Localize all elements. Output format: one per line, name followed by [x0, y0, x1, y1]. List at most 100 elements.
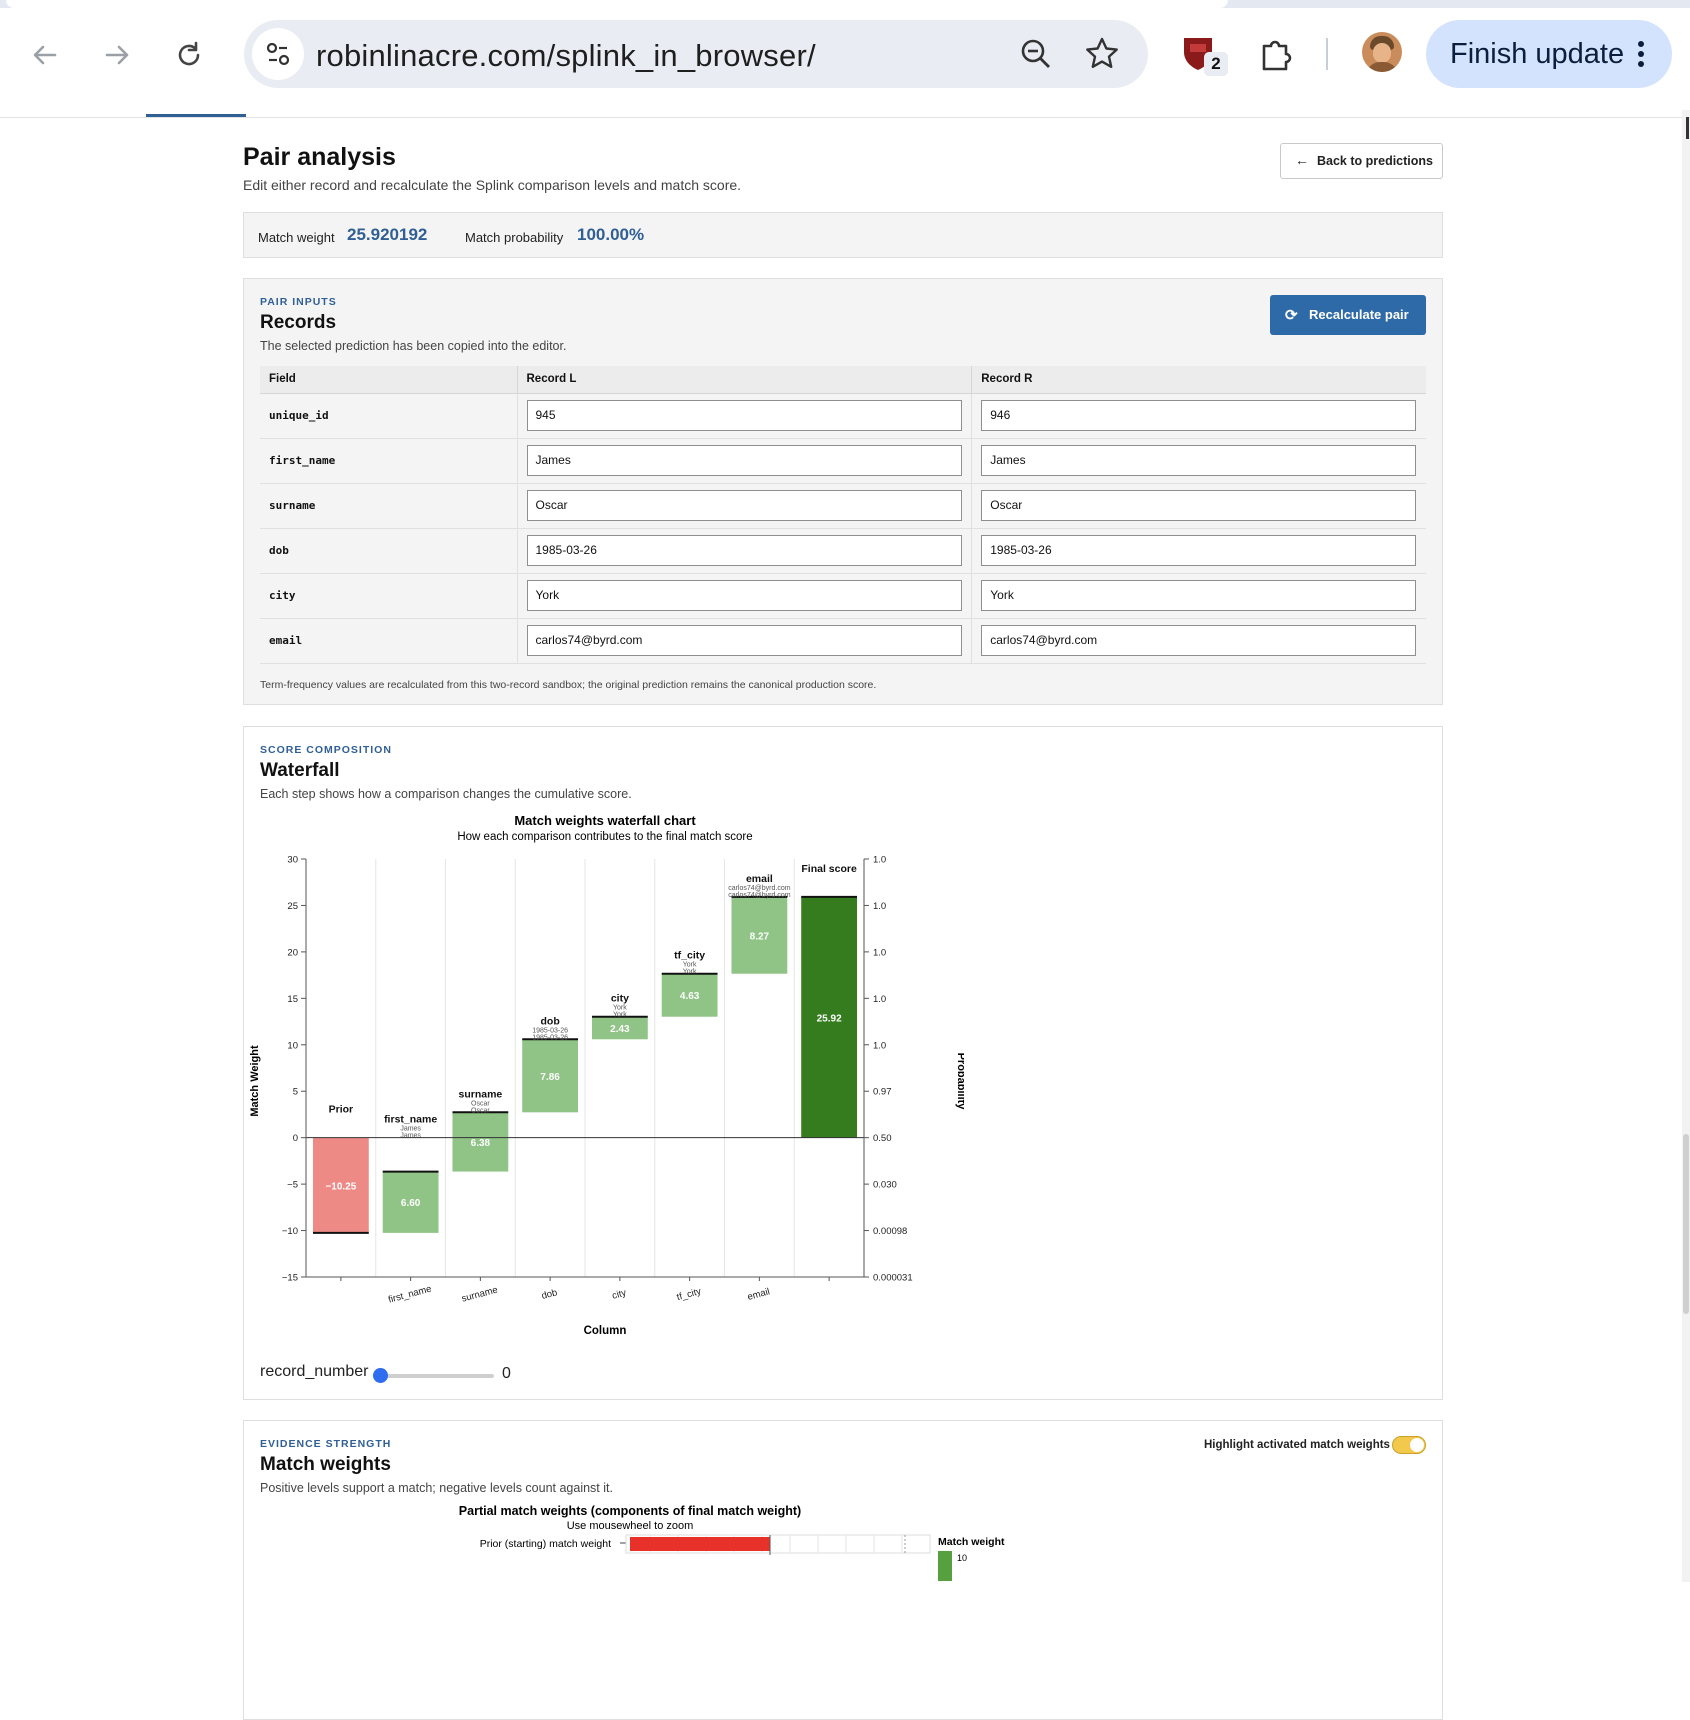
step-label: tf_city — [674, 950, 705, 962]
y-tick-label: 20 — [287, 947, 298, 958]
step-value-l: 1985-03-26 — [532, 1027, 568, 1034]
bar-value-label: 6.38 — [471, 1138, 491, 1149]
more-menu-icon[interactable] — [1636, 40, 1646, 75]
bar-value-label: 4.63 — [680, 991, 700, 1002]
record-number-slider[interactable] — [380, 1374, 494, 1378]
record-l-cell: James — [516, 438, 972, 484]
record-l-input[interactable]: Oscar — [526, 490, 962, 521]
reload-icon[interactable] — [162, 28, 216, 82]
finish-update-button[interactable]: Finish update — [1426, 20, 1672, 88]
record-r-input[interactable]: carlos74@byrd.com — [981, 625, 1417, 656]
field-name: city — [260, 573, 517, 619]
y2-tick-label: 0.00098 — [873, 1226, 907, 1237]
match-probability-value: 100.00% — [577, 225, 645, 244]
field-name: first_name — [260, 438, 517, 484]
record-r-input[interactable]: 946 — [981, 400, 1417, 431]
waterfall-chart[interactable]: Match weights waterfall chart How each c… — [244, 811, 964, 1351]
zoom-icon[interactable] — [1016, 34, 1056, 79]
y-tick-label: 30 — [287, 855, 298, 866]
term-frequency-note: Term-frequency values are recalculated f… — [260, 679, 877, 691]
mw-row-label: Prior (starting) match weight — [480, 1538, 611, 1550]
scrollbar[interactable] — [1682, 110, 1690, 1582]
waterfall-subtitle: Each step shows how a comparison changes… — [260, 787, 632, 801]
waterfall-panel: SCORE COMPOSITION Waterfall Each step sh… — [243, 726, 1443, 1400]
table-row: unique_id 945 946 — [260, 393, 1426, 439]
match-weight-value: 25.920192 — [347, 225, 428, 244]
x-tick-label: email — [746, 1286, 771, 1303]
page-divider — [0, 117, 1690, 118]
y-tick-label: 5 — [293, 1087, 298, 1098]
recalculate-pair-button[interactable]: ⟳ Recalculate pair — [1270, 295, 1426, 335]
forward-arrow-icon[interactable] — [90, 28, 144, 82]
bar-value-label: −10.25 — [325, 1181, 356, 1192]
bookmark-star-icon[interactable] — [1082, 34, 1122, 79]
url-text[interactable]: robinlinacre.com/splink_in_browser/ — [316, 38, 816, 74]
shield-extension-icon[interactable]: 2 — [1180, 34, 1228, 83]
step-label: email — [746, 873, 773, 885]
table-row: surname Oscar Oscar — [260, 483, 1426, 529]
y2-tick-label: 0.030 — [873, 1180, 897, 1191]
highlight-toggle-label: Highlight activated match weights — [1204, 1439, 1390, 1451]
field-name: dob — [260, 528, 517, 574]
mw-legend-swatch — [938, 1551, 952, 1581]
step-value-r: carlos74@byrd.com — [728, 892, 791, 899]
arrow-left-icon: ← — [1295, 152, 1309, 168]
finish-update-label: Finish update — [1450, 38, 1625, 70]
record-l-input[interactable]: York — [526, 580, 962, 611]
partial-match-weights-chart[interactable]: Partial match weights (components of fin… — [344, 1503, 1044, 1593]
y2-tick-label: 1.0 — [873, 1040, 886, 1051]
record-r-input[interactable]: Oscar — [981, 490, 1417, 521]
field-name: unique_id — [260, 393, 517, 439]
field-name: surname — [260, 483, 517, 529]
record-r-input[interactable]: James — [981, 445, 1417, 476]
x-tick-label: first_name — [387, 1284, 433, 1306]
toggle-knob — [1410, 1438, 1424, 1452]
record-l-cell: York — [516, 573, 972, 619]
step-value-l: Oscar — [471, 1100, 490, 1107]
step-value-r: 1985-03-26 — [532, 1034, 568, 1041]
record-number-slider-thumb[interactable] — [373, 1368, 388, 1383]
record-r-input[interactable]: York — [981, 580, 1417, 611]
record-l-input[interactable]: 945 — [526, 400, 962, 431]
y2-tick-label: 0.97 — [873, 1087, 892, 1098]
toolbar-divider — [1326, 38, 1328, 70]
x-tick-label: city — [611, 1287, 628, 1301]
step-label: first_name — [384, 1114, 437, 1126]
record-l-input[interactable]: 1985-03-26 — [526, 535, 962, 566]
y-tick-label: −5 — [287, 1180, 298, 1191]
record-r-cell: James — [971, 438, 1426, 484]
scrollbar-thumb[interactable] — [1683, 1134, 1689, 1314]
table-row: first_name James James — [260, 438, 1426, 484]
field-name: email — [260, 618, 517, 664]
y2-axis-title: Probability — [955, 1053, 964, 1111]
address-bar[interactable]: robinlinacre.com/splink_in_browser/ — [244, 20, 1148, 88]
active-tab[interactable] — [6, 0, 1228, 8]
back-arrow-icon[interactable] — [18, 28, 72, 82]
y2-tick-label: 1.0 — [873, 855, 886, 866]
column-header-field: Field — [260, 366, 517, 394]
match-weights-subtitle: Positive levels support a match; negativ… — [260, 1481, 613, 1495]
page-title: Pair analysis — [243, 143, 396, 171]
record-l-input[interactable]: James — [526, 445, 962, 476]
record-l-input[interactable]: carlos74@byrd.com — [526, 625, 962, 656]
puzzle-extensions-icon[interactable] — [1256, 34, 1296, 79]
y2-tick-label: 0.000031 — [873, 1273, 913, 1284]
back-to-predictions-button[interactable]: ← Back to predictions — [1280, 143, 1443, 179]
record-r-input[interactable]: 1985-03-26 — [981, 535, 1417, 566]
pair-inputs-eyebrow: PAIR INPUTS — [260, 296, 337, 308]
evidence-strength-eyebrow: EVIDENCE STRENGTH — [260, 1438, 392, 1450]
highlight-toggle[interactable] — [1392, 1436, 1426, 1454]
y-tick-label: 0 — [293, 1133, 298, 1144]
bar-value-label: 25.92 — [817, 1013, 842, 1024]
refresh-icon: ⟳ — [1285, 307, 1298, 324]
step-value-r: Oscar — [471, 1107, 490, 1114]
bar-value-label: 7.86 — [540, 1072, 560, 1083]
extension-badge: 2 — [1204, 52, 1228, 76]
record-r-cell: York — [971, 573, 1426, 619]
y2-tick-label: 1.0 — [873, 901, 886, 912]
profile-avatar[interactable] — [1362, 32, 1402, 72]
site-settings-icon[interactable] — [252, 28, 304, 80]
chart-title: Match weights waterfall chart — [514, 813, 696, 828]
record-number-slider-row: record_number 0 — [260, 1363, 511, 1387]
bar-value-label: 6.60 — [401, 1198, 421, 1209]
